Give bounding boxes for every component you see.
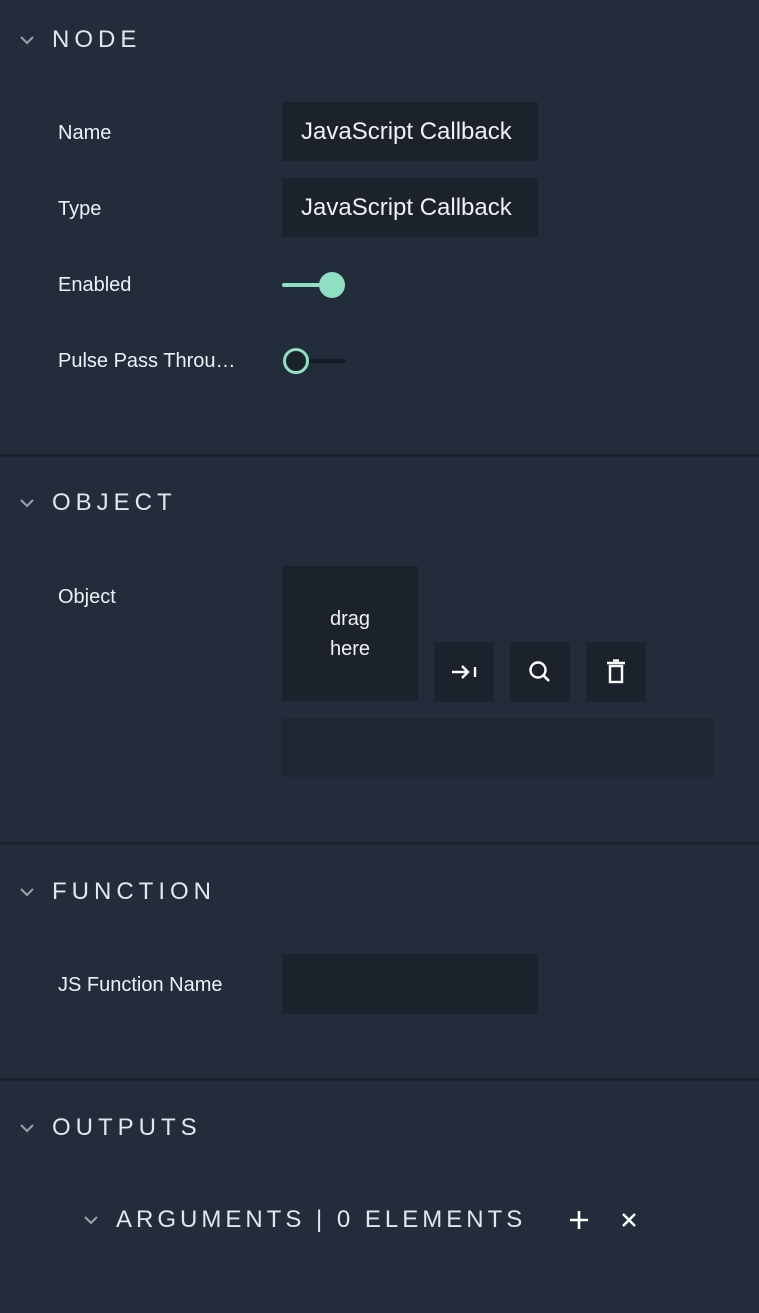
search-object-button[interactable] — [510, 642, 570, 702]
function-section-header-wrap: FUNCTION — [0, 852, 759, 932]
object-section-title: OBJECT — [52, 489, 177, 516]
function-section-header[interactable]: FUNCTION — [0, 852, 759, 932]
object-section-header-wrap: OBJECT — [0, 463, 759, 543]
delete-object-button[interactable] — [586, 642, 646, 702]
enabled-toggle-knob — [319, 272, 345, 298]
arguments-title: ARGUMENTS | 0 ELEMENTS — [116, 1206, 527, 1233]
trash-icon — [607, 659, 625, 684]
plus-icon[interactable] — [568, 1209, 590, 1231]
type-label: Type — [58, 198, 102, 220]
name-field[interactable]: JavaScript Callback — [282, 102, 538, 161]
arrow-to-bar-icon — [452, 665, 477, 679]
pulse-pass-through-label: Pulse Pass Throu… — [58, 350, 236, 372]
outputs-section-header[interactable]: OUTPUTS — [0, 1088, 759, 1168]
chevron-down-icon[interactable] — [82, 1213, 100, 1227]
outputs-section-header-wrap: OUTPUTS — [0, 1088, 759, 1168]
object-dropzone[interactable]: drag here — [282, 566, 418, 701]
chevron-down-icon — [20, 888, 34, 897]
inspector-panel: NODE Name JavaScript Callback Type JavaS… — [0, 0, 759, 1313]
js-function-name-label: JS Function Name — [58, 974, 223, 996]
name-label: Name — [58, 122, 112, 144]
section-divider — [0, 1078, 759, 1081]
js-function-name-field[interactable] — [282, 954, 538, 1014]
dropzone-text-line1: drag — [329, 607, 371, 630]
object-path-field[interactable] — [282, 718, 714, 777]
object-section-header[interactable]: OBJECT — [0, 463, 759, 543]
assign-object-button[interactable] — [434, 642, 494, 702]
section-divider — [0, 454, 759, 457]
chevron-down-icon — [20, 499, 34, 508]
node-section-title: NODE — [52, 26, 142, 53]
pulse-toggle-knob — [283, 348, 309, 374]
chevron-down-icon — [20, 1124, 34, 1133]
pulse-pass-through-toggle[interactable] — [282, 346, 348, 376]
arguments-row: ARGUMENTS | 0 ELEMENTS — [80, 1200, 680, 1240]
enabled-toggle[interactable] — [282, 270, 348, 300]
search-icon — [529, 661, 550, 682]
section-divider — [0, 842, 759, 845]
chevron-down-icon — [20, 36, 34, 45]
function-section-title: FUNCTION — [52, 878, 216, 905]
dropzone-text-line2: here — [329, 637, 371, 660]
node-section-header[interactable]: NODE — [0, 0, 759, 80]
node-section: NODE Name JavaScript Callback Type JavaS… — [0, 0, 759, 456]
enabled-label: Enabled — [58, 274, 132, 296]
object-label: Object — [58, 586, 116, 608]
close-icon[interactable] — [620, 1211, 638, 1229]
type-field[interactable]: JavaScript Callback — [282, 178, 538, 237]
outputs-section-title: OUTPUTS — [52, 1114, 202, 1141]
